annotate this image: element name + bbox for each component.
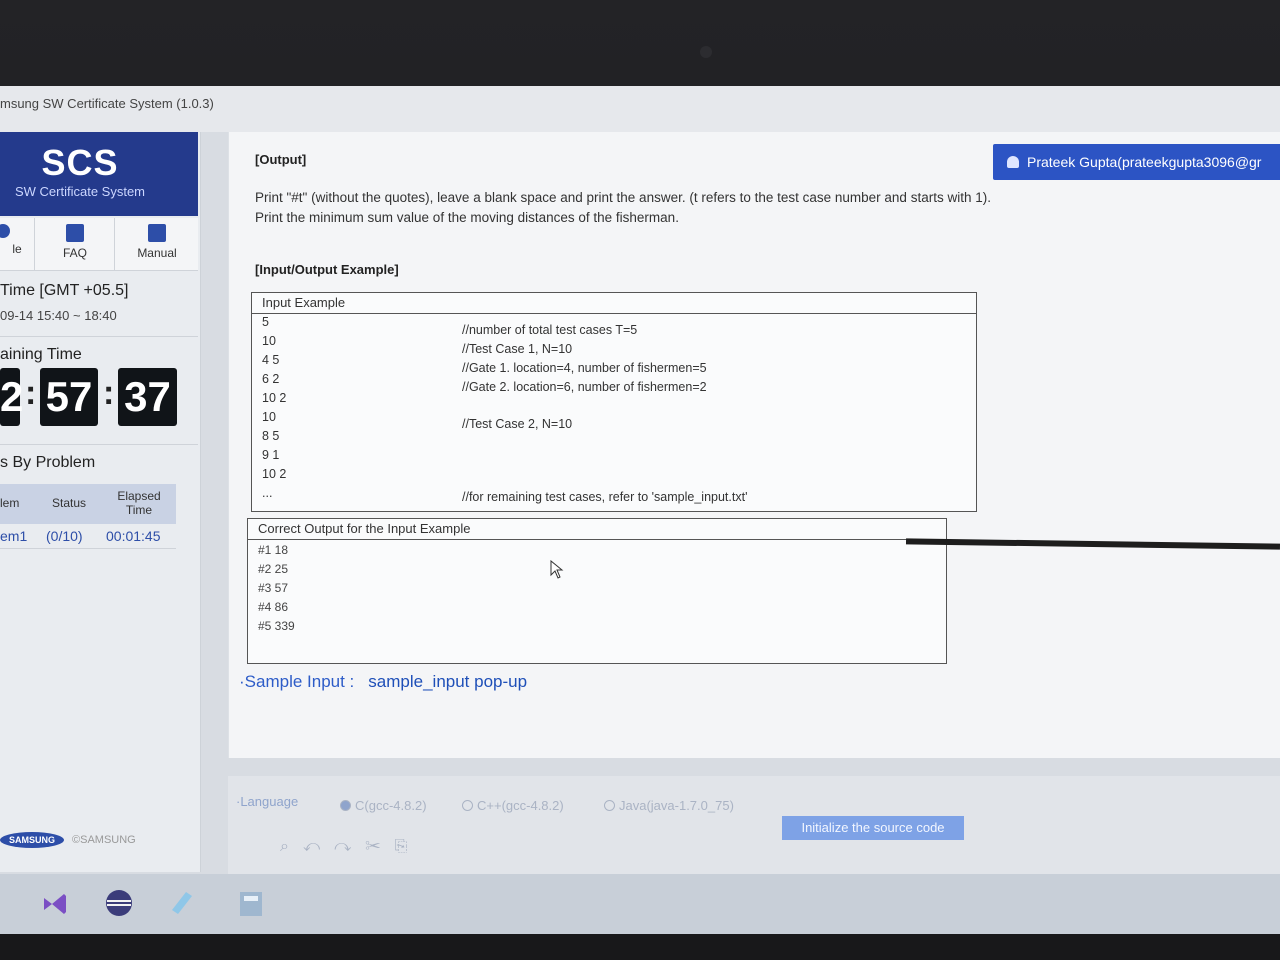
input-line: 5 [262, 315, 269, 329]
search-icon[interactable]: ⌕ [280, 838, 303, 855]
faq-icon [66, 224, 84, 242]
language-option-c[interactable]: C(gcc-4.8.2) [340, 798, 427, 813]
nav-item-manual-label: Manual [137, 246, 177, 260]
user-name: Prateek Gupta(prateekgupta3096@gr [1027, 154, 1262, 170]
mouse-cursor-icon [550, 560, 564, 579]
remaining-time-label: aining Time [0, 346, 82, 363]
nav-row: le FAQ Manual [0, 218, 198, 271]
language-option-label: Java(java-1.7.0_75) [619, 798, 734, 813]
row-status: (0/10) [46, 528, 83, 544]
calculator-icon[interactable] [236, 888, 266, 918]
problem-table-header: lem Status Elapsed Time [0, 484, 176, 524]
divider [0, 444, 198, 445]
input-comment: //Gate 2. location=6, number of fisherme… [462, 380, 707, 394]
input-line: 10 [262, 334, 276, 348]
sample-input-link[interactable]: sample_input pop-up [368, 672, 527, 691]
input-line: 8 5 [262, 429, 280, 443]
visual-studio-icon[interactable] [40, 888, 70, 918]
output-line: #1 18 [258, 543, 289, 557]
input-comment: //for remaining test cases, refer to 'sa… [462, 490, 748, 504]
window-title-bar: msung SW Certificate System (1.0.3) [0, 86, 1280, 132]
language-option-label: C(gcc-4.8.2) [355, 798, 427, 813]
nav-item-faq[interactable]: FAQ [34, 218, 115, 270]
scs-logo: SCS SW Certificate System [0, 132, 198, 216]
input-example-box: Input Example 5 10 4 5 6 2 10 2 10 8 5 9… [251, 292, 977, 512]
guide-icon [0, 224, 10, 238]
taskbar [0, 874, 1280, 934]
output-line: #5 339 [258, 619, 295, 633]
language-label: ·Language [236, 794, 299, 809]
sidebar: SCS SW Certificate System le FAQ Manual … [0, 132, 201, 872]
redo-icon[interactable]: ↷ [334, 838, 365, 855]
example-heading: [Input/Output Example] [255, 262, 399, 277]
clock-seconds: 37 [118, 368, 177, 426]
status-by-problem-label: s By Problem [0, 454, 96, 471]
problem-content: Prateek Gupta(prateekgupta3096@gr [Outpu… [228, 132, 1280, 758]
eclipse-icon[interactable] [104, 888, 134, 918]
header-problem: lem [0, 496, 20, 510]
radio-selected-icon [340, 800, 351, 811]
output-description-line2: Print the minimum sum value of the movin… [255, 210, 679, 225]
input-comment: //number of total test cases T=5 [462, 323, 638, 337]
radio-icon [604, 800, 615, 811]
logo-main-text: SCS [41, 142, 119, 183]
input-line: 4 5 [262, 353, 280, 367]
input-comment: //Gate 1. location=4, number of fisherme… [462, 361, 707, 375]
samsung-logo: SAMSUNG [0, 832, 64, 848]
input-line: 10 [262, 410, 276, 424]
nav-item-guide-label: le [12, 242, 22, 256]
notepad-icon[interactable] [166, 888, 196, 918]
nav-item-faq-label: FAQ [62, 246, 87, 260]
initialize-source-button[interactable]: Initialize the source code [782, 816, 964, 840]
window-title: msung SW Certificate System (1.0.3) [0, 96, 214, 111]
user-icon [1007, 156, 1019, 168]
output-line: #2 25 [258, 562, 289, 576]
manual-icon [148, 224, 166, 242]
clock-hours: 2 [0, 368, 23, 426]
output-example-box: Correct Output for the Input Example #1 … [247, 518, 947, 664]
header-status: Status [51, 496, 87, 510]
row-elapsed: 00:01:45 [106, 528, 161, 544]
logo-sub-text: SW Certificate System [14, 184, 146, 199]
undo-icon[interactable]: ↶ [303, 838, 334, 855]
row-problem: em1 [0, 528, 28, 544]
input-example-title: Input Example [252, 293, 976, 314]
output-description-line1: Print "#t" (without the quotes), leave a… [255, 190, 991, 205]
output-line: #4 86 [258, 600, 289, 614]
input-comment: //Test Case 2, N=10 [462, 417, 573, 431]
nav-item-guide[interactable]: le [0, 218, 34, 270]
input-line: 6 2 [262, 372, 280, 386]
divider [0, 336, 198, 337]
input-line: 10 2 [262, 391, 287, 405]
language-option-cpp[interactable]: C++(gcc-4.8.2) [462, 798, 564, 813]
webcam [700, 46, 712, 58]
copy-icon[interactable]: ⎘ [395, 838, 422, 855]
radio-icon [462, 800, 473, 811]
cut-icon[interactable]: ✂ [365, 838, 394, 855]
screen: msung SW Certificate System (1.0.3) SCS … [0, 86, 1280, 934]
clock-minutes: 57 [40, 368, 98, 426]
user-badge[interactable]: Prateek Gupta(prateekgupta3096@gr [993, 144, 1280, 180]
input-line: 9 1 [262, 448, 280, 462]
output-line: #3 57 [258, 581, 289, 595]
nav-item-manual[interactable]: Manual [114, 218, 199, 270]
input-comment: //Test Case 1, N=10 [462, 342, 573, 356]
editor-toolbar: ⌕↶↷✂⎘ [280, 838, 421, 856]
language-option-java[interactable]: Java(java-1.7.0_75) [604, 798, 734, 813]
output-heading: [Output] [255, 152, 307, 167]
input-line: 10 2 [262, 467, 287, 481]
table-row[interactable]: em1 (0/10) 00:01:45 [0, 524, 176, 549]
language-bar: ·Language C(gcc-4.8.2) C++(gcc-4.8.2) Ja… [228, 776, 1280, 876]
clock-colon: : [103, 374, 115, 412]
sample-input-label: ·Sample Input : [239, 672, 355, 691]
test-time-label: Time [GMT +05.5] [0, 282, 129, 299]
output-example-title: Correct Output for the Input Example [248, 519, 946, 540]
sample-input-row: ·Sample Input : sample_input pop-up [239, 672, 527, 692]
clock-colon: : [25, 374, 37, 412]
test-time-range: 09-14 15:40 ~ 18:40 [0, 308, 117, 323]
header-elapsed-time: Elapsed Time [117, 489, 161, 517]
copyright-text: ©SAMSUNG [72, 834, 136, 846]
language-option-label: C++(gcc-4.8.2) [477, 798, 564, 813]
input-line: ... [262, 486, 273, 500]
